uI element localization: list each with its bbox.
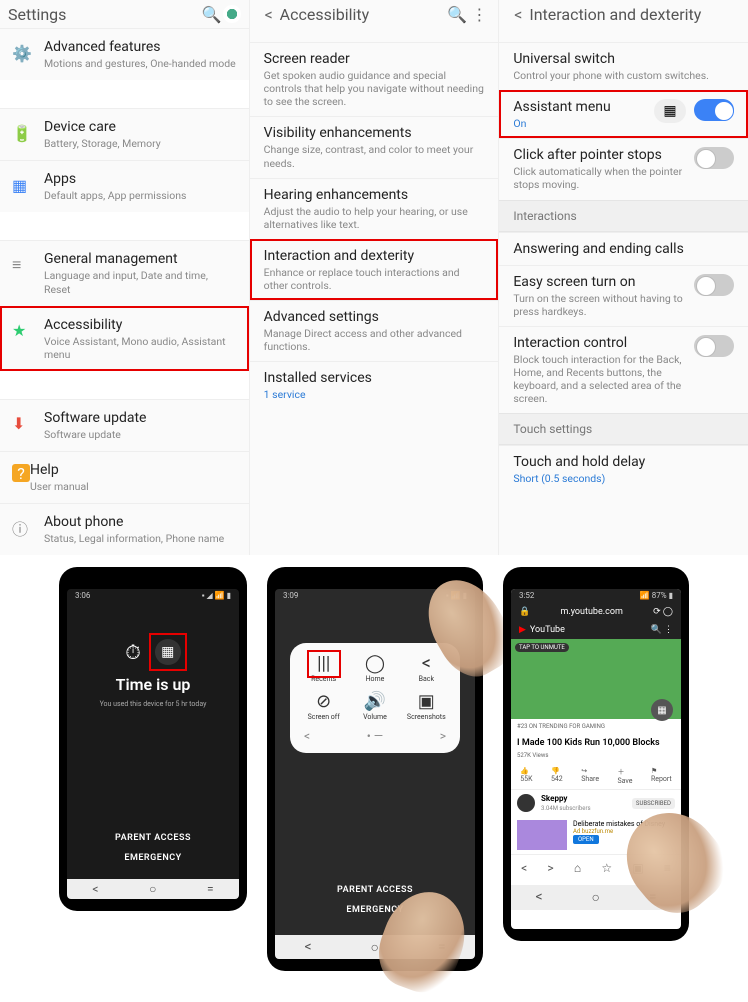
item-device-care[interactable]: 🔋Device careBattery, Storage, Memory: [0, 108, 249, 160]
youtube-icon: ▶: [519, 625, 526, 635]
accessibility-title: Accessibility: [280, 5, 447, 24]
timer-icon: ⏱: [125, 640, 141, 664]
emergency-button[interactable]: EMERGENCY: [124, 853, 181, 863]
gear-icon: ⚙️: [12, 41, 44, 65]
item-help[interactable]: ?HelpUser manual: [0, 451, 249, 503]
easy-screen-toggle[interactable]: [694, 274, 734, 296]
phone-photo-2: 3:09▪ 📶 ▮ |||Recents ◯Home <Back ⊘Screen…: [267, 567, 483, 971]
interaction-title: Interaction and dexterity: [529, 5, 740, 24]
grid-icon: ▦: [654, 99, 686, 123]
channel-row[interactable]: Skeppy3.04M subscribers SUBSCRIBED: [511, 790, 681, 816]
section-interactions: Interactions: [499, 200, 748, 232]
battery-icon: 🔋: [12, 121, 44, 145]
settings-panel: Settings 🔍 ⚙️Advanced featuresMotions an…: [0, 0, 249, 555]
back-icon[interactable]: <: [507, 3, 529, 25]
menu-recents[interactable]: |||Recents: [299, 653, 349, 683]
item-installed-services[interactable]: Installed services1 service: [250, 361, 499, 409]
item-general-management[interactable]: ≡General managementLanguage and input, D…: [0, 240, 249, 305]
menu-back[interactable]: <Back: [401, 653, 451, 683]
item-advanced-features[interactable]: ⚙️Advanced featuresMotions and gestures,…: [0, 28, 249, 80]
help-icon: ?: [12, 464, 30, 482]
item-apps[interactable]: ▦AppsDefault apps, App permissions: [0, 160, 249, 212]
item-touch-hold-delay[interactable]: Touch and hold delayShort (0.5 seconds): [499, 445, 748, 493]
phone-photo-1: 3:06▪ ◢ 📶 ▮ ⏱ ▦ Time is up You used this…: [59, 567, 247, 971]
item-assistant-menu[interactable]: Assistant menuOn ▦: [499, 90, 748, 138]
section-touch-settings: Touch settings: [499, 413, 748, 445]
item-advanced-settings[interactable]: Advanced settingsManage Direct access an…: [250, 300, 499, 361]
apps-icon: ▦: [12, 173, 44, 197]
accessibility-icon: ★: [12, 319, 44, 343]
assistant-chip-icon[interactable]: ▦: [155, 639, 181, 665]
system-nav[interactable]: <○=: [511, 885, 681, 910]
recommended-row[interactable]: Deliberate mistakes of DisneyAd buzzfun.…: [511, 816, 681, 854]
item-software-update[interactable]: ⬇Software updateSoftware update: [0, 399, 249, 451]
interaction-control-toggle[interactable]: [694, 335, 734, 357]
menu-screen-off[interactable]: ⊘Screen off: [299, 691, 349, 721]
more-icon[interactable]: ⋮: [468, 3, 490, 25]
item-accessibility[interactable]: ★AccessibilityVoice Assistant, Mono audi…: [0, 306, 249, 371]
info-icon: ⓘ: [12, 516, 44, 540]
click-pointer-toggle[interactable]: [694, 147, 734, 169]
browser-nav[interactable]: <>⌂☆▣≡: [511, 854, 681, 881]
item-interaction-dexterity[interactable]: Interaction and dexterityEnhance or repl…: [250, 239, 499, 300]
back-icon[interactable]: <: [258, 3, 280, 25]
accessibility-panel: < Accessibility 🔍 ⋮ Screen readerGet spo…: [249, 0, 499, 555]
assistant-menu-card[interactable]: |||Recents ◯Home <Back ⊘Screen off 🔊Volu…: [290, 643, 460, 753]
time-is-up-sub: You used this device for 5 hr today: [100, 700, 207, 708]
account-icon[interactable]: [223, 5, 241, 23]
item-about-phone[interactable]: ⓘAbout phoneStatus, Legal information, P…: [0, 503, 249, 555]
download-icon: ⬇: [12, 412, 44, 436]
item-universal-switch[interactable]: Universal switchControl your phone with …: [499, 42, 748, 90]
youtube-header: ▶YouTube🔍 ⋮: [511, 621, 681, 639]
item-answering-calls[interactable]: Answering and ending calls: [499, 232, 748, 265]
item-visibility[interactable]: Visibility enhancementsChange size, cont…: [250, 116, 499, 177]
search-icon[interactable]: 🔍: [446, 3, 468, 25]
menu-volume[interactable]: 🔊Volume: [350, 691, 400, 721]
menu-home[interactable]: ◯Home: [350, 653, 400, 683]
sliders-icon: ≡: [12, 253, 44, 277]
item-screen-reader[interactable]: Screen readerGet spoken audio guidance a…: [250, 42, 499, 116]
item-interaction-control[interactable]: Interaction controlBlock touch interacti…: [499, 326, 748, 414]
video-player[interactable]: TAP TO UNMUTE ▦: [511, 639, 681, 719]
settings-header: Settings 🔍: [0, 0, 249, 28]
interaction-header: < Interaction and dexterity: [499, 0, 748, 28]
item-hearing[interactable]: Hearing enhancementsAdjust the audio to …: [250, 178, 499, 239]
browser-bar[interactable]: 🔒m.youtube.com⟳ ◯: [511, 603, 681, 621]
assistant-chip-icon[interactable]: ▦: [651, 699, 673, 721]
emergency-button[interactable]: EMERGENCY: [346, 905, 403, 915]
thumbnail: [517, 820, 567, 850]
parent-access-button[interactable]: PARENT ACCESS: [337, 885, 413, 895]
parent-access-button[interactable]: PARENT ACCESS: [115, 833, 191, 843]
phone-photos-row: 3:06▪ ◢ 📶 ▮ ⏱ ▦ Time is up You used this…: [0, 555, 748, 995]
settings-title: Settings: [8, 5, 201, 24]
menu-screenshots[interactable]: ▣Screenshots: [401, 691, 451, 721]
time-is-up-title: Time is up: [116, 675, 191, 694]
item-easy-screen-on[interactable]: Easy screen turn onTurn on the screen wi…: [499, 265, 748, 326]
item-click-after-pointer[interactable]: Click after pointer stopsClick automatic…: [499, 138, 748, 199]
phone-photo-3: 3:52📶 87% ▮ 🔒m.youtube.com⟳ ◯ ▶YouTube🔍 …: [503, 567, 689, 971]
accessibility-header: < Accessibility 🔍 ⋮: [250, 0, 499, 28]
video-title[interactable]: I Made 100 Kids Run 10,000 Blocks: [511, 734, 681, 752]
assistant-menu-toggle[interactable]: [694, 99, 734, 121]
video-actions[interactable]: 👍55K 👎542 ↪Share ＋Save ⚑Report: [511, 763, 681, 790]
search-icon[interactable]: 🔍: [201, 3, 223, 25]
avatar: [517, 794, 535, 812]
lock-icon: 🔒: [519, 607, 530, 617]
interaction-panel: < Interaction and dexterity Universal sw…: [498, 0, 748, 555]
